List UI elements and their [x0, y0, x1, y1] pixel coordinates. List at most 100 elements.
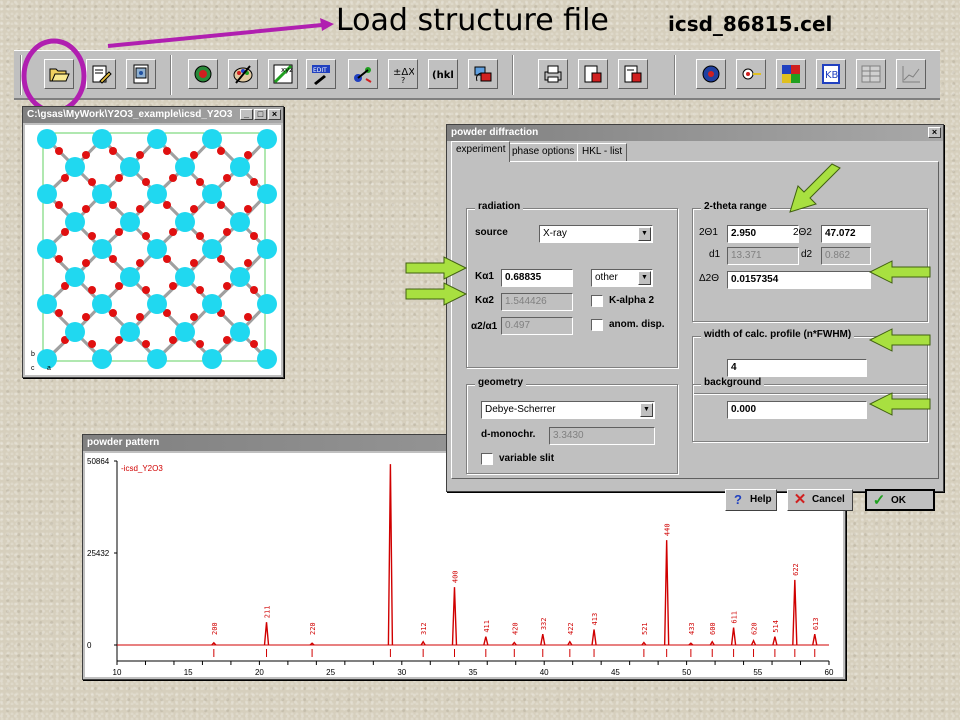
export-button[interactable] — [618, 59, 648, 89]
hkl-button[interactable]: (hkl) — [428, 59, 458, 89]
yttrium-atom — [202, 129, 222, 149]
yttrium-atom — [175, 322, 195, 342]
oxygen-atom — [109, 147, 117, 155]
oxygen-atom — [169, 228, 177, 236]
arrow-left-icon — [868, 392, 931, 416]
geometry-select[interactable]: Debye-Scherrer ▼ — [481, 401, 655, 419]
peak-label: 613 — [812, 617, 820, 630]
oxygen-atom — [196, 178, 204, 186]
xyz-button[interactable]: xyz — [268, 59, 298, 89]
edit-pencil-button[interactable]: EDIT — [306, 59, 336, 89]
yttrium-atom — [37, 294, 57, 314]
theta1-field[interactable]: 2.950 — [727, 225, 799, 243]
bond-button[interactable] — [348, 59, 378, 89]
color-palette-button[interactable] — [228, 59, 258, 89]
d2-field[interactable]: 0.862 — [821, 247, 871, 265]
tab-hkl-list[interactable]: HKL - list — [577, 143, 628, 161]
kalpha2-checkbox[interactable] — [591, 295, 603, 307]
oxygen-atom — [82, 313, 90, 321]
variable-slit-checkbox[interactable] — [481, 453, 493, 465]
radiation-group-title: radiation — [475, 201, 524, 212]
peak-label: 220 — [309, 622, 317, 635]
diffraction-peak — [263, 622, 270, 646]
yttrium-atom — [147, 129, 167, 149]
peak-label: 211 — [264, 606, 272, 619]
yttrium-atom — [147, 349, 167, 369]
oxygen-atom — [163, 255, 171, 263]
yttrium-atom — [202, 349, 222, 369]
geometry-select-value: Debye-Scherrer — [485, 404, 556, 415]
ka1-mode-select[interactable]: other ▼ — [591, 269, 653, 287]
table-button[interactable] — [856, 59, 886, 89]
background-field[interactable]: 0.000 — [727, 401, 867, 419]
yttrium-atom — [120, 157, 140, 177]
chevron-down-icon[interactable]: ▼ — [638, 271, 651, 285]
sphere-button[interactable] — [696, 59, 726, 89]
dialog-close-button[interactable]: × — [928, 127, 941, 138]
ka-ratio-field[interactable]: 0.497 — [501, 317, 573, 335]
peak-label: 413 — [591, 613, 599, 626]
chevron-down-icon[interactable]: ▼ — [640, 403, 653, 417]
oxygen-atom — [55, 309, 63, 317]
tab-phase-options[interactable]: phase options — [507, 143, 580, 161]
structure-window-titlebar[interactable]: C:\gsas\MyWork\Y2O3_example\icsd_Y2O3 _ … — [23, 107, 283, 123]
d-monochr-field[interactable]: 3.3430 — [549, 427, 655, 445]
toolbar-separator — [170, 55, 172, 95]
structure-canvas[interactable]: b c a — [25, 125, 281, 375]
maximize-button[interactable]: □ — [254, 109, 267, 120]
cancel-x-icon: ✕ — [793, 491, 807, 508]
tab-experiment[interactable]: experiment — [451, 141, 511, 162]
chevron-down-icon[interactable]: ▼ — [638, 227, 651, 241]
yttrium-atom — [175, 157, 195, 177]
calculator-button[interactable] — [126, 59, 156, 89]
peak-label: 200 — [211, 622, 219, 635]
ka1-field[interactable]: 0.68835 — [501, 269, 573, 287]
x-tick-label: 60 — [825, 668, 834, 677]
yttrium-atom — [92, 184, 112, 204]
step-label: Δ2Θ — [699, 273, 720, 284]
color-map-button[interactable] — [776, 59, 806, 89]
anom-disp-checkbox[interactable] — [591, 319, 603, 331]
link-button[interactable] — [736, 59, 766, 89]
minimize-button[interactable]: _ — [240, 109, 253, 120]
print-button[interactable] — [538, 59, 568, 89]
chart-button[interactable] — [896, 59, 926, 89]
oxygen-atom — [136, 151, 144, 159]
yttrium-atom — [257, 239, 277, 259]
step-field[interactable]: 0.0157354 — [727, 271, 871, 289]
radiation-group: radiation source X-ray ▼ Kα1 0.68835 oth… — [466, 201, 678, 368]
yttrium-atom — [65, 157, 85, 177]
oxygen-atom — [82, 205, 90, 213]
export-icon — [624, 65, 642, 83]
color-palette-icon — [233, 65, 253, 84]
source-select[interactable]: X-ray ▼ — [539, 225, 653, 243]
theta2-field[interactable]: 47.072 — [821, 225, 871, 243]
oxygen-atom — [88, 232, 96, 240]
oxygen-atom — [223, 228, 231, 236]
dialog-titlebar[interactable]: powder diffraction × — [447, 125, 943, 141]
delta-x-button[interactable]: ±ΔX? — [388, 59, 418, 89]
d1-field[interactable]: 13.371 — [727, 247, 799, 265]
ka2-field[interactable]: 1.544426 — [501, 293, 573, 311]
kb-button[interactable]: KB — [816, 59, 846, 89]
transform-button[interactable] — [468, 59, 498, 89]
ok-button[interactable]: ✓ OK — [865, 489, 935, 511]
x-tick-label: 55 — [753, 668, 762, 677]
help-icon: ? — [734, 492, 742, 507]
x-tick-label: 15 — [184, 668, 193, 677]
cancel-button[interactable]: ✕ Cancel — [787, 489, 853, 511]
oxygen-atom — [244, 259, 252, 267]
help-button[interactable]: ? Help — [725, 489, 777, 511]
oxygen-atom — [115, 282, 123, 290]
diffraction-peak — [750, 638, 757, 646]
peak-label: 420 — [511, 622, 519, 635]
yttrium-atom — [92, 239, 112, 259]
oxygen-atom — [169, 282, 177, 290]
atom-button[interactable] — [188, 59, 218, 89]
edit-structure-button[interactable] — [86, 59, 116, 89]
help-button-label: Help — [750, 494, 772, 505]
close-button[interactable]: × — [268, 109, 281, 120]
profile-width-field[interactable]: 4 — [727, 359, 867, 377]
anom-disp-label: anom. disp. — [609, 319, 665, 330]
print-preview-button[interactable] — [578, 59, 608, 89]
